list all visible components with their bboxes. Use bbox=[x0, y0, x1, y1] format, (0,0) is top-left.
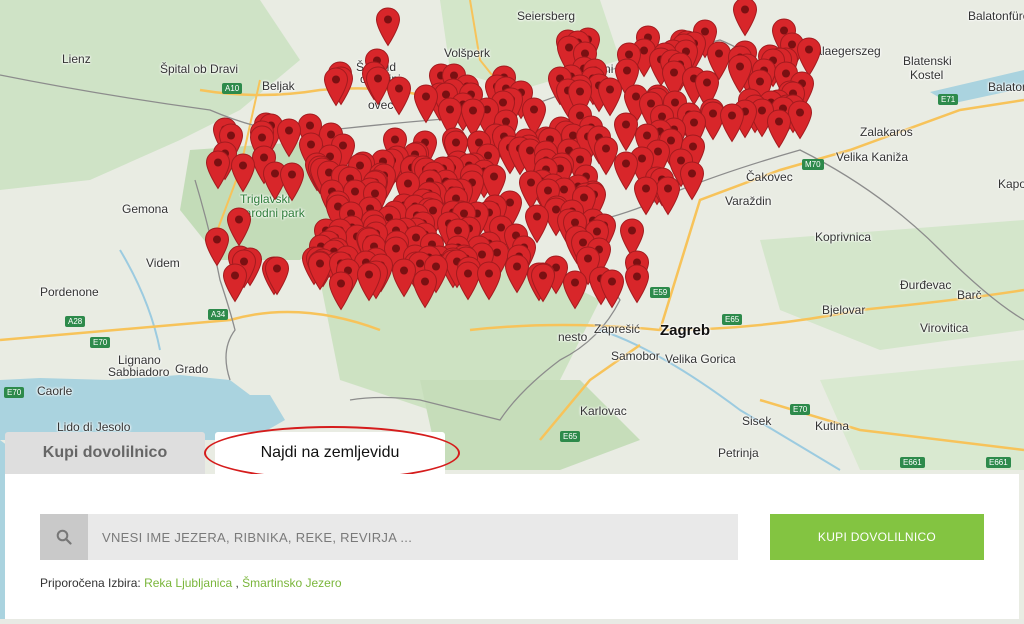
map-pin-marker[interactable] bbox=[633, 176, 659, 216]
map-place-label: Kutina bbox=[815, 419, 850, 433]
road-shield: A34 bbox=[208, 309, 229, 320]
map-place-label: Đurđevac bbox=[900, 278, 952, 292]
map-place-label: Caorle bbox=[37, 384, 73, 398]
search-icon bbox=[56, 529, 72, 545]
map-place-label: Pordenone bbox=[40, 285, 99, 299]
map-pin-marker[interactable] bbox=[328, 271, 354, 311]
map-place-label: Gemona bbox=[122, 202, 169, 216]
map-place-label: Velika Gorica bbox=[665, 352, 736, 366]
map-place-label: Koprivnica bbox=[815, 230, 872, 244]
map-place-label: Zalakaros bbox=[860, 125, 913, 139]
map-place-label: Videm bbox=[146, 256, 180, 270]
map-pin-marker[interactable] bbox=[222, 263, 248, 303]
map-place-label: Špital ob Dravi bbox=[160, 62, 239, 76]
map-place-label: Sisek bbox=[742, 414, 772, 428]
map-place-label: Bjelovar bbox=[822, 303, 866, 317]
map-place-label: Velika Kaniža bbox=[836, 150, 909, 164]
road-shield: A28 bbox=[65, 316, 86, 327]
map-pin-marker[interactable] bbox=[279, 162, 305, 202]
search-bar bbox=[40, 514, 738, 560]
road-shield: E65 bbox=[560, 431, 581, 442]
map-pin-marker[interactable] bbox=[732, 0, 758, 37]
road-shield: E661 bbox=[900, 457, 925, 468]
map-pin-marker[interactable] bbox=[476, 261, 502, 301]
map-place-label: Balatonfüred bbox=[968, 9, 1024, 23]
map-place-label: Samobor bbox=[611, 349, 660, 363]
road-shield: E70 bbox=[4, 387, 25, 398]
map-pin-marker[interactable] bbox=[356, 262, 382, 302]
map-place-label: Varaždin bbox=[725, 194, 772, 208]
search-input[interactable] bbox=[88, 514, 738, 560]
map-pin-marker[interactable] bbox=[375, 7, 401, 47]
map-place-label: Virovitica bbox=[920, 321, 969, 335]
tab-buy-permit[interactable]: Kupi dovolilnico bbox=[5, 432, 205, 474]
tab-buy-permit-label: Kupi dovolilnico bbox=[42, 444, 168, 461]
map-place-label: Petrinja bbox=[718, 446, 759, 460]
map-place-label: Sabbiadoro bbox=[108, 365, 170, 379]
map-place-label: nesto bbox=[558, 330, 588, 344]
recommended-link-smartinsko[interactable]: Šmartinsko Jezero bbox=[242, 576, 341, 590]
search-button[interactable] bbox=[40, 514, 88, 560]
road-shield: M70 bbox=[802, 159, 824, 170]
map-pin-marker[interactable] bbox=[264, 256, 290, 296]
map-pin-marker[interactable] bbox=[562, 270, 588, 310]
recommended-label: Priporočena Izbira: bbox=[40, 576, 145, 590]
map-place-label: Zagreb bbox=[660, 322, 711, 339]
map-pin-marker[interactable] bbox=[624, 264, 650, 304]
map-pin-marker[interactable] bbox=[205, 150, 231, 190]
map-place-label: Kapo bbox=[998, 177, 1024, 191]
road-shield: E70 bbox=[90, 337, 111, 348]
map-place-label: Blatenski bbox=[903, 54, 952, 68]
map-pin-marker[interactable] bbox=[230, 153, 256, 193]
map-place-label: Kostel bbox=[910, 68, 944, 82]
map-place-label: Lienz bbox=[62, 52, 91, 66]
map-pin-marker[interactable] bbox=[530, 263, 556, 303]
map-place-label: Karlovac bbox=[580, 404, 627, 418]
recommended-selection: Priporočena Izbira: Reka Ljubljanica , Š… bbox=[40, 576, 342, 590]
map-place-label: Seiersberg bbox=[517, 9, 576, 23]
map-place-label: Barč bbox=[957, 288, 982, 302]
map-place-label: Čakovec bbox=[746, 170, 793, 184]
map-pin-marker[interactable] bbox=[599, 269, 625, 309]
tab-find-on-map-label: Najdi na zemljevidu bbox=[260, 444, 400, 461]
road-shield: E65 bbox=[722, 314, 743, 325]
map-pin-marker[interactable] bbox=[323, 67, 349, 107]
map-pin-marker[interactable] bbox=[412, 269, 438, 309]
map-pin-marker[interactable] bbox=[386, 76, 412, 116]
map-place-label: Zaprešić bbox=[594, 322, 641, 336]
map-place-label: Grado bbox=[175, 362, 209, 376]
road-shield: E71 bbox=[938, 94, 959, 105]
buy-permit-button-label: KUPI DOVOLILNICO bbox=[817, 530, 937, 544]
road-shield: E59 bbox=[650, 287, 671, 298]
recommended-separator: , bbox=[232, 576, 243, 590]
road-shield: A10 bbox=[222, 83, 243, 94]
road-shield: E661 bbox=[986, 457, 1011, 468]
map-pin-marker[interactable] bbox=[766, 109, 792, 149]
map-pin-marker[interactable] bbox=[679, 161, 705, 201]
road-shield: E70 bbox=[790, 404, 811, 415]
map-place-label: Volšperk bbox=[444, 46, 491, 60]
buy-permit-button[interactable]: KUPI DOVOLILNICO bbox=[770, 514, 984, 560]
tab-find-on-map[interactable]: Najdi na zemljevidu bbox=[215, 432, 445, 474]
recommended-link-ljubljanica[interactable]: Reka Ljubljanica bbox=[144, 576, 232, 590]
map-pin-marker[interactable] bbox=[413, 84, 439, 124]
map-pin-marker[interactable] bbox=[719, 103, 745, 143]
search-panel: KUPI DOVOLILNICO Priporočena Izbira: Rek… bbox=[5, 474, 1019, 619]
map-place-label: Balaton bbox=[988, 80, 1024, 94]
map-place-label: Beljak bbox=[262, 79, 295, 93]
